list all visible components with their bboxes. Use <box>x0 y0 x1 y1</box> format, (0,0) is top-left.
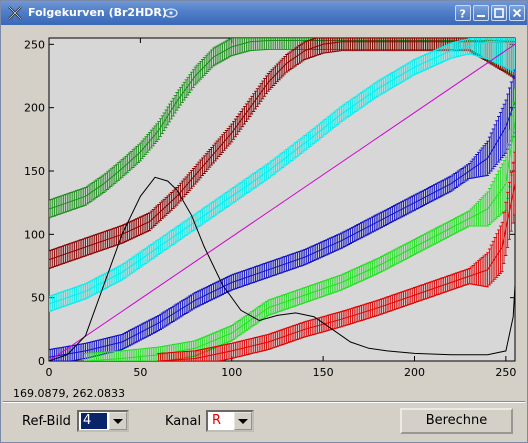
help-button[interactable]: ? <box>455 5 471 21</box>
curve-plot[interactable]: 0 50 100 150 200 250 0 50 100 150 200 250 <box>1 28 527 383</box>
y-tick-label: 100 <box>24 228 45 241</box>
maximize-button[interactable] <box>491 5 507 21</box>
y-tick-label: 250 <box>24 38 45 51</box>
ref-bild-combo[interactable]: 4 <box>77 410 129 432</box>
chevron-down-icon <box>238 419 248 424</box>
y-tick-label: 0 <box>38 355 45 368</box>
close-button[interactable] <box>509 5 525 21</box>
separator <box>3 401 525 403</box>
title-bar[interactable]: Folgekurven (Br2HDR) ? <box>1 1 527 25</box>
maximize-icon <box>494 8 504 18</box>
x-app-icon[interactable] <box>7 5 23 21</box>
swirl-icon <box>164 8 178 18</box>
minimize-button[interactable] <box>473 5 489 21</box>
y-tick-label: 200 <box>24 102 45 115</box>
app-window: Folgekurven (Br2HDR) ? 0 50 100 150 200 … <box>0 0 528 443</box>
question-icon: ? <box>460 8 466 21</box>
ref-bild-dropdown-button[interactable] <box>109 412 127 430</box>
plot-area <box>48 37 516 362</box>
kanal-value: R <box>212 413 222 428</box>
x-tick-label: 50 <box>133 366 147 379</box>
y-tick-label: 50 <box>31 292 45 305</box>
svg-text:?: ? <box>460 8 466 21</box>
berechne-button[interactable]: Berechne <box>400 408 513 434</box>
kanal-dropdown-button[interactable] <box>234 412 252 430</box>
cursor-coordinates: 169.0879, 262.0833 <box>13 387 125 400</box>
ref-bild-value: 4 <box>81 413 107 429</box>
kanal-combo[interactable]: R <box>206 410 254 432</box>
y-tick-label: 150 <box>24 165 45 178</box>
x-tick-label: 250 <box>495 366 516 379</box>
x-tick-label: 150 <box>313 366 334 379</box>
minimize-icon <box>477 15 485 17</box>
x-tick-label: 200 <box>404 366 425 379</box>
window-title: Folgekurven (Br2HDR) <box>28 6 167 19</box>
x-tick-label: 100 <box>221 366 242 379</box>
kanal-label: Kanal <box>165 414 202 429</box>
chevron-down-icon <box>113 419 123 424</box>
x-tick-label: 0 <box>46 366 53 379</box>
ref-bild-label: Ref-Bild <box>22 414 71 429</box>
close-icon <box>512 8 522 18</box>
